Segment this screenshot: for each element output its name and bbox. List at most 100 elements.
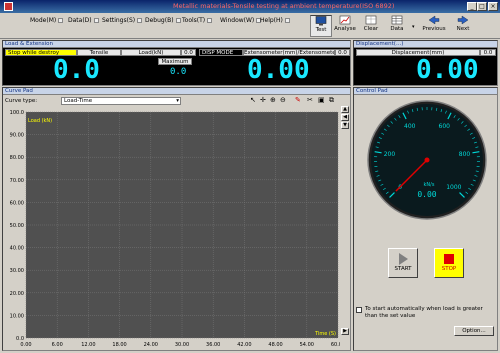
zoom-out-icon[interactable]: ⊖: [280, 96, 286, 104]
load-value: 0.0: [53, 55, 100, 85]
title-bar: Metallic materials-Tensile testing at am…: [0, 0, 500, 13]
data-icon: [93, 18, 99, 23]
settings-icon: [137, 18, 143, 23]
menu-data[interactable]: Data(D): [68, 17, 99, 24]
maximum-value: 0.0: [170, 67, 187, 77]
load-extension-panel: Load & Extension Stop while destroy Tens…: [2, 40, 351, 86]
chart-icon: [339, 15, 351, 25]
curve-pad-title: Curve Pad: [3, 88, 350, 95]
menu-data-label: Data(D): [68, 17, 92, 24]
gauge-unit-label: kN/s: [424, 182, 435, 188]
help-icon: [284, 18, 290, 23]
load-zero-button[interactable]: 0.0: [181, 49, 196, 56]
zoom-in-icon[interactable]: ⊕: [270, 96, 276, 104]
extensometer-zero-button[interactable]: 0.0: [335, 49, 350, 56]
gauge-hub: [424, 157, 430, 163]
export-icon[interactable]: ⧉: [329, 96, 334, 105]
crosshair-icon[interactable]: ✛: [260, 96, 266, 104]
y-tick-label: 50.00: [10, 223, 24, 229]
x-tick-label: 0.00: [20, 342, 31, 348]
clear-button[interactable]: Clear: [360, 15, 382, 37]
test-button[interactable]: Test: [310, 15, 332, 37]
x-tick-label: 36.00: [206, 342, 220, 348]
load-time-chart[interactable]: 0.00 6.00 12.00 18.00 24.00 30.00 36.00 42.00 48…: [3, 106, 340, 350]
minimize-button[interactable]: _: [467, 2, 477, 11]
option-button[interactable]: Option...: [454, 326, 494, 336]
y-tick-label: 60.00: [10, 200, 24, 206]
tools-icon: [207, 18, 213, 23]
x-tick-label: 18.00: [112, 342, 126, 348]
previous-button[interactable]: Previous: [420, 15, 448, 37]
stop-icon: [444, 254, 454, 264]
auto-start-text: To start automatically when load is grea…: [365, 306, 483, 319]
y-tick-label: 100.0: [10, 110, 24, 116]
menu-help[interactable]: Help(H): [260, 17, 290, 24]
maximize-button[interactable]: □: [477, 2, 487, 11]
scroll-left-button[interactable]: ▶: [341, 328, 349, 335]
analyse-button[interactable]: Analyse: [334, 15, 356, 37]
data-button[interactable]: Data: [386, 15, 408, 37]
menu-settings-label: Settings(S): [102, 17, 136, 24]
y-tick-label: 0.0: [16, 336, 24, 342]
scissors-icon[interactable]: ✂: [307, 96, 313, 104]
close-button[interactable]: ×: [488, 2, 498, 11]
y-tick-label: 40.00: [10, 246, 24, 252]
pen-icon[interactable]: ✎: [295, 96, 301, 104]
curve-type-select[interactable]: Load-Time ▾: [61, 97, 181, 105]
pointer-icon[interactable]: ↖: [250, 96, 256, 104]
menu-window[interactable]: Window(W): [220, 17, 262, 24]
displacement-value: 0.00: [416, 55, 479, 85]
loading-rate-gauge: 02004006008001000kN/s0.00: [367, 100, 487, 220]
arrow-right-icon: [457, 15, 469, 25]
x-tick-label: 24.00: [144, 342, 158, 348]
x-tick-label: 54.00: [300, 342, 314, 348]
menu-debug-label: Debug(B): [145, 17, 174, 24]
mode-icon: [58, 18, 64, 23]
disp-mode-label[interactable]: DISP MODE: [199, 49, 243, 56]
clear-label: Clear: [363, 26, 379, 32]
menu-tools[interactable]: Tools(T): [182, 17, 213, 24]
displacement-zero-button[interactable]: 0.0: [480, 49, 496, 56]
y-tick-label: 30.00: [10, 268, 24, 274]
arrow-left-icon: [428, 15, 440, 25]
curve-type-label: Curve type:: [5, 98, 38, 104]
data-label: Data: [390, 26, 404, 32]
start-label: START: [394, 266, 412, 272]
scroll-up-button[interactable]: ▲: [341, 106, 349, 113]
displacement-panel: Displacement(...) Displacement(mm) 0.0 0…: [353, 40, 498, 86]
gauge-value: 0.00: [417, 190, 436, 199]
x-tick-label: 60.00: [331, 342, 340, 348]
previous-label: Previous: [422, 26, 446, 32]
y-tick-label: 20.00: [10, 291, 24, 297]
menu-settings[interactable]: Settings(S): [102, 17, 143, 24]
print-icon[interactable]: ▣: [318, 96, 325, 104]
control-pad-panel: Control Pad 02004006008001000kN/s0.00 ST…: [353, 87, 498, 351]
next-button[interactable]: Next: [452, 15, 474, 37]
menu-mode[interactable]: Mode(M): [30, 17, 64, 24]
x-tick-label: 12.00: [81, 342, 95, 348]
gauge-tick-label: 600: [439, 123, 451, 130]
start-button[interactable]: START: [388, 248, 418, 278]
gauge-tick-label: 800: [459, 151, 471, 158]
y-tick-label: 70.00: [10, 178, 24, 184]
load-header: Load(kN): [121, 49, 181, 56]
menu-debug[interactable]: Debug(B): [145, 17, 181, 24]
monitor-icon: [315, 16, 327, 26]
x-axis-label: Time (S): [314, 331, 336, 337]
data-dropdown-arrow-icon[interactable]: ▾: [412, 24, 415, 30]
next-label: Next: [456, 26, 470, 32]
scroll-right-button[interactable]: ◀: [341, 114, 349, 121]
y-tick-label: 90.00: [10, 133, 24, 139]
x-tick-label: 30.00: [175, 342, 189, 348]
load-panel-title: Load & Extension: [3, 41, 350, 48]
y-tick-label: 80.00: [10, 155, 24, 161]
menu-toolbar: Mode(M) Data(D) Settings(S) Debug(B) Too…: [0, 13, 500, 39]
x-tick-label: 48.00: [268, 342, 282, 348]
x-tick-label: 42.00: [237, 342, 251, 348]
auto-start-checkbox[interactable]: [356, 307, 362, 313]
stop-label: STOP: [441, 266, 457, 272]
window-title: Metallic materials-Tensile testing at am…: [173, 2, 395, 10]
maximum-label: Maximum: [158, 58, 192, 65]
scroll-down-button[interactable]: ▼: [341, 122, 349, 129]
stop-button[interactable]: STOP: [434, 248, 464, 278]
